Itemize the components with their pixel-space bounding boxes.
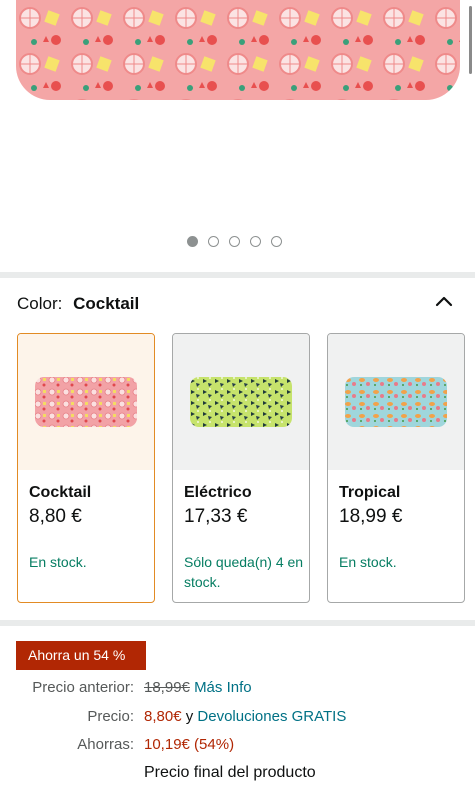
color-option-price: 8,80 € bbox=[29, 506, 82, 527]
cocktail-thumbnail bbox=[35, 377, 137, 427]
savings-value: 10,19€ (54%) bbox=[144, 736, 235, 753]
previous-price-value: 18,99€ bbox=[144, 679, 190, 696]
color-option-price: 17,33 € bbox=[184, 506, 248, 527]
color-option-tropical[interactable]: Tropical 18,99 € En stock. bbox=[327, 333, 465, 603]
free-returns-link[interactable]: Devoluciones GRATIS bbox=[197, 708, 346, 725]
price-conjunction: y bbox=[185, 708, 194, 725]
product-image[interactable] bbox=[16, 0, 460, 100]
stock-status: En stock. bbox=[29, 554, 87, 570]
price-label: Precio: bbox=[87, 708, 134, 725]
savings-label: Ahorras: bbox=[77, 736, 134, 753]
section-divider bbox=[0, 620, 475, 626]
previous-price-row: Precio anterior: 18,99€ Más Info bbox=[0, 679, 475, 699]
swatch-image bbox=[173, 334, 309, 470]
pink-citrus-pattern bbox=[16, 0, 460, 100]
color-option-name: Tropical bbox=[339, 484, 401, 501]
color-option-price: 18,99 € bbox=[339, 506, 403, 527]
final-price-note: Precio final del producto bbox=[144, 764, 316, 781]
color-option-name: Eléctrico bbox=[184, 484, 252, 501]
tropical-thumbnail bbox=[345, 377, 447, 427]
savings-row: Ahorras: 10,19€ (54%) bbox=[0, 736, 475, 756]
product-image-carousel[interactable] bbox=[0, 0, 475, 272]
carousel-dot-2[interactable] bbox=[208, 236, 219, 247]
carousel-dot-1[interactable] bbox=[187, 236, 198, 247]
savings-badge: Ahorra un 54 % bbox=[16, 641, 146, 670]
price-row: Precio: 8,80€ y Devoluciones GRATIS bbox=[0, 708, 475, 728]
carousel-dot-3[interactable] bbox=[229, 236, 240, 247]
section-divider bbox=[0, 272, 475, 278]
color-selector-header[interactable]: Color: Cocktail bbox=[17, 294, 139, 314]
stock-status: En stock. bbox=[339, 554, 397, 570]
selected-color-name: Cocktail bbox=[73, 294, 140, 313]
color-option-cocktail[interactable]: Cocktail 8,80 € En stock. bbox=[17, 333, 155, 603]
chevron-up-icon[interactable] bbox=[435, 294, 453, 308]
scrollbar[interactable] bbox=[469, 6, 472, 74]
current-price: 8,80€ bbox=[144, 708, 182, 725]
carousel-dot-4[interactable] bbox=[250, 236, 261, 247]
color-label: Color: bbox=[17, 294, 63, 313]
more-info-link[interactable]: Más Info bbox=[194, 679, 252, 696]
color-option-name: Cocktail bbox=[29, 484, 92, 501]
carousel-dot-5[interactable] bbox=[271, 236, 282, 247]
swatch-image bbox=[18, 334, 154, 470]
previous-price-label: Precio anterior: bbox=[32, 679, 134, 696]
electrico-thumbnail bbox=[190, 377, 292, 427]
carousel-dots bbox=[187, 236, 282, 247]
color-option-electrico[interactable]: Eléctrico 17,33 € Sólo queda(n) 4 en sto… bbox=[172, 333, 310, 603]
stock-status: Sólo queda(n) 4 en stock. bbox=[184, 554, 304, 590]
swatch-image bbox=[328, 334, 464, 470]
